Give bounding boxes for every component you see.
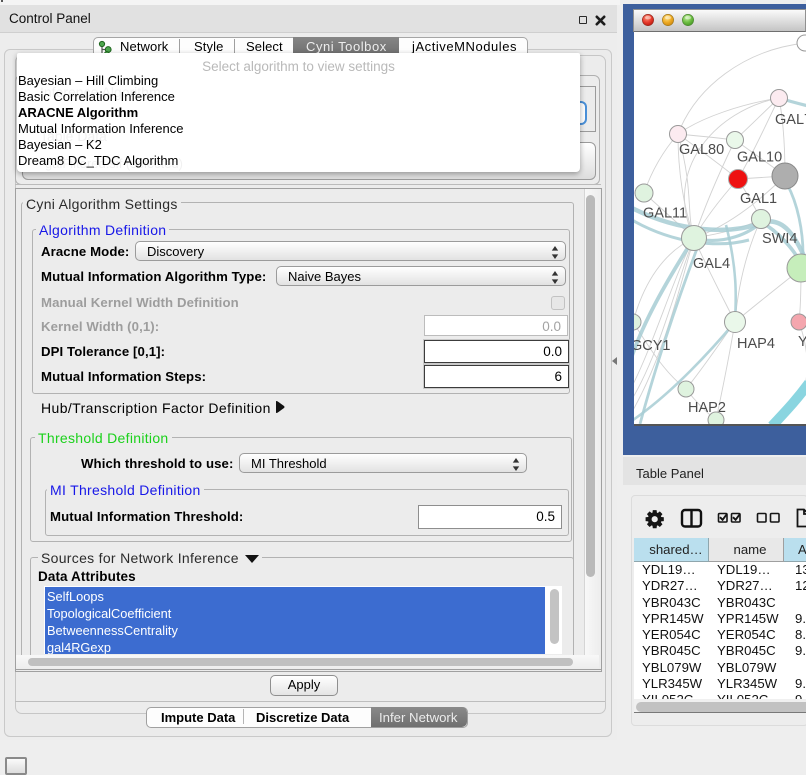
svg-text:GAL7: GAL7 (775, 112, 806, 128)
svg-text:SWI4: SWI4 (762, 231, 797, 247)
svg-text:HAP4: HAP4 (737, 336, 775, 352)
svg-text:GAL11: GAL11 (643, 206, 687, 222)
svg-text:GAL10: GAL10 (737, 150, 782, 166)
svg-text:GAL1: GAL1 (740, 191, 777, 207)
svg-text:GCY1: GCY1 (634, 338, 671, 354)
svg-text:GAL4: GAL4 (693, 256, 730, 272)
svg-text:HAP2: HAP2 (688, 400, 726, 416)
svg-text:GAL80: GAL80 (679, 142, 724, 158)
svg-text:Y: Y (798, 334, 806, 350)
